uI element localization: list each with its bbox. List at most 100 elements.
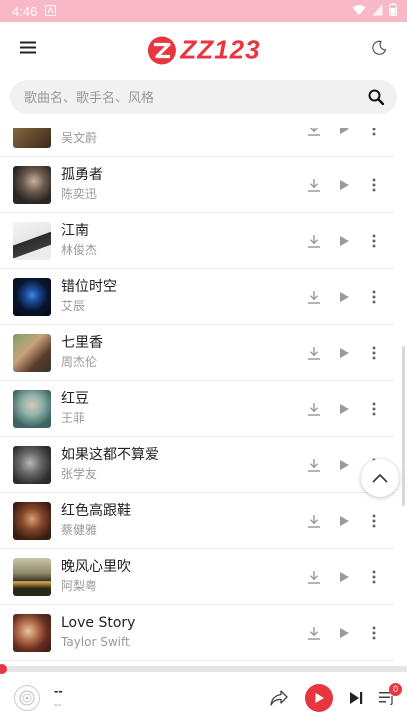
list-item[interactable]: 吴文蔚: [0, 128, 394, 157]
song-title: 如果这都不算爱: [61, 447, 159, 463]
album-cover: [13, 557, 51, 596]
play-button[interactable]: [336, 401, 352, 417]
list-item[interactable]: 错位时空 艾辰: [0, 269, 394, 325]
download-icon: [308, 458, 320, 472]
play-icon: [340, 347, 349, 358]
album-cover: [13, 165, 51, 204]
play-button[interactable]: [336, 345, 352, 361]
search-input[interactable]: [24, 89, 365, 105]
more-button[interactable]: [366, 177, 382, 193]
song-title: 红豆: [61, 391, 89, 407]
song-title: 孤勇者: [61, 167, 103, 183]
download-button[interactable]: [306, 233, 322, 249]
status-bar: 4:46: [0, 0, 407, 22]
play-icon: [340, 291, 349, 302]
song-artist: 蔡健雅: [61, 523, 98, 537]
more-button[interactable]: [366, 569, 382, 585]
download-button[interactable]: [306, 401, 322, 417]
song-artist: 林俊杰: [61, 243, 98, 257]
more-vert-icon: [372, 128, 376, 135]
download-button[interactable]: [306, 128, 322, 137]
play-button[interactable]: [336, 457, 352, 473]
main-play-button[interactable]: [305, 683, 333, 712]
album-cover: [13, 445, 51, 484]
more-button[interactable]: [366, 513, 382, 529]
mini-player: -- -- 0: [0, 672, 407, 723]
list-item[interactable]: 如果这都不算爱 张学友: [0, 437, 394, 493]
notification-icon: [45, 4, 57, 19]
download-button[interactable]: [306, 345, 322, 361]
album-cover: [13, 333, 51, 372]
more-button[interactable]: [366, 128, 382, 137]
more-vert-icon: [372, 346, 376, 359]
song-artist: Taylor Swift: [61, 635, 130, 649]
song-title: Love Story: [61, 615, 136, 631]
play-button[interactable]: [336, 233, 352, 249]
list-item[interactable]: 红色高跟鞋 蔡健雅: [0, 493, 394, 549]
download-button[interactable]: [306, 177, 322, 193]
dark-mode-button[interactable]: [363, 34, 395, 66]
more-button[interactable]: [366, 625, 382, 641]
play-icon: [340, 627, 349, 638]
logo-text: ZZ123: [180, 34, 261, 65]
play-button[interactable]: [336, 128, 352, 137]
play-button[interactable]: [336, 177, 352, 193]
download-icon: [308, 402, 320, 416]
more-button[interactable]: [366, 289, 382, 305]
album-cover: [13, 277, 51, 316]
moon-icon: [371, 40, 387, 61]
download-icon: [308, 290, 320, 304]
disc-icon[interactable]: [14, 684, 40, 711]
play-button[interactable]: [336, 569, 352, 585]
scroll-to-top-button[interactable]: [361, 459, 399, 497]
signal-icon: [372, 4, 383, 19]
download-icon: [308, 514, 320, 528]
list-item[interactable]: 红豆 王菲: [0, 381, 394, 437]
download-icon: [308, 570, 320, 584]
more-vert-icon: [372, 290, 376, 303]
more-vert-icon: [372, 178, 376, 191]
play-button[interactable]: [336, 289, 352, 305]
play-icon: [340, 515, 349, 526]
more-vert-icon: [372, 514, 376, 527]
download-button[interactable]: [306, 457, 322, 473]
play-button[interactable]: [336, 513, 352, 529]
search-button[interactable]: [365, 86, 387, 108]
share-button[interactable]: [269, 689, 289, 707]
more-button[interactable]: [366, 345, 382, 361]
app-logo: ZZ123: [146, 35, 260, 66]
next-button[interactable]: [349, 691, 363, 705]
list-item[interactable]: Love Story Taylor Swift: [0, 605, 394, 661]
wifi-icon: [352, 4, 366, 19]
download-button[interactable]: [306, 625, 322, 641]
download-button[interactable]: [306, 513, 322, 529]
album-cover: [13, 389, 51, 428]
more-button[interactable]: [366, 401, 382, 417]
song-list-viewport[interactable]: 吴文蔚 孤勇者 陈奕迅 江南 林俊杰 错位时空 艾辰 七里香 周杰伦 红豆 王菲…: [0, 128, 407, 666]
download-icon: [308, 234, 320, 248]
play-button[interactable]: [336, 625, 352, 641]
song-artist: 陈奕迅: [61, 187, 98, 201]
list-item[interactable]: 七里香 周杰伦: [0, 325, 394, 381]
menu-button[interactable]: [12, 34, 44, 66]
play-icon: [340, 459, 349, 470]
download-button[interactable]: [306, 569, 322, 585]
list-item[interactable]: 孤勇者 陈奕迅: [0, 157, 394, 213]
play-icon: [340, 403, 349, 414]
album-cover: [13, 128, 51, 148]
song-artist: 周杰伦: [61, 355, 98, 369]
more-vert-icon: [372, 626, 376, 639]
list-item[interactable]: 江南 林俊杰: [0, 213, 394, 269]
playlist-button[interactable]: 0: [379, 682, 402, 705]
song-title: 晚风心里吹: [61, 559, 131, 575]
download-icon: [308, 346, 320, 360]
album-cover: [13, 501, 51, 540]
search-bar: [10, 80, 397, 114]
search-icon: [368, 89, 384, 105]
download-icon: [308, 128, 320, 136]
list-item[interactable]: 晚风心里吹 阿梨粤: [0, 549, 394, 605]
download-button[interactable]: [306, 289, 322, 305]
more-button[interactable]: [366, 233, 382, 249]
list-scrollbar[interactable]: [402, 346, 405, 506]
song-artist: 王菲: [61, 411, 86, 425]
